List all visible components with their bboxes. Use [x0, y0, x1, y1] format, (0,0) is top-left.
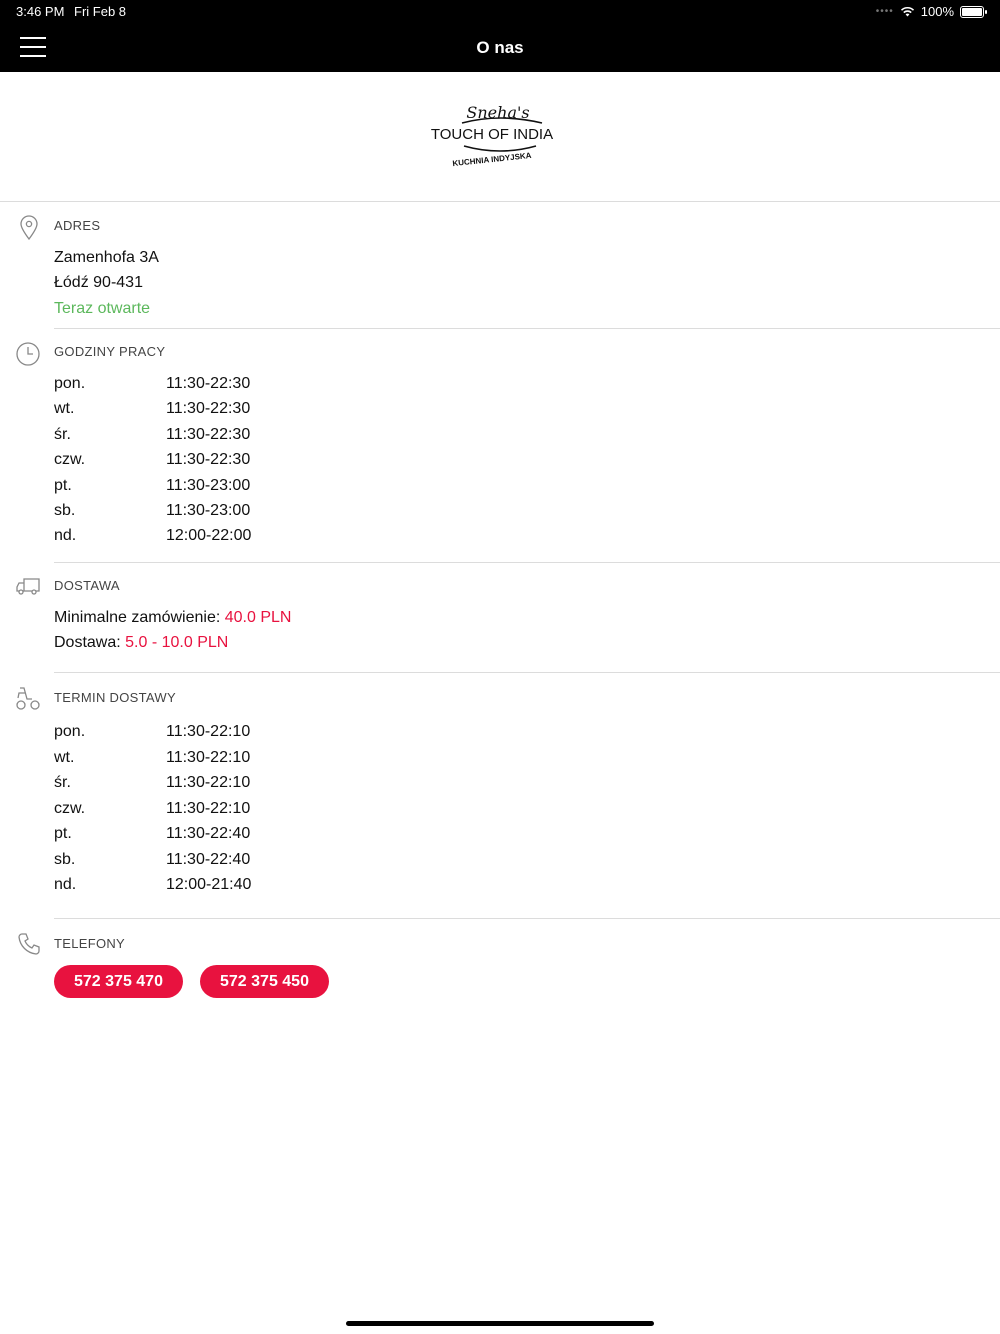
home-indicator[interactable] — [346, 1321, 654, 1326]
clock-icon — [16, 342, 40, 366]
open-status: Teraz otwarte — [54, 300, 151, 317]
delivery-day: śr. — [54, 774, 71, 791]
signal-icon: •••• — [875, 6, 894, 17]
svg-text:TOUCH OF INDIA: TOUCH OF INDIA — [431, 126, 553, 143]
opening-hours: 11:30-22:30 — [166, 451, 251, 468]
opening-hours: 11:30-23:00 — [166, 502, 251, 519]
opening-hours: 11:30-23:00 — [166, 477, 251, 494]
navigation-bar: 3:46 PM Fri Feb 8 •••• 100% O nas — [0, 0, 1000, 72]
location-pin-icon — [20, 215, 38, 241]
status-time: 3:46 PM — [16, 4, 65, 19]
delivery-section-title: DOSTAWA — [54, 578, 120, 593]
page-title: O nas — [476, 38, 524, 57]
phones-section-title: TELEFONY — [54, 936, 126, 951]
delivery-hours: 12:00-21:40 — [166, 876, 252, 893]
svg-text:KUCHNIA INDYJSKA: KUCHNIA INDYJSKA — [452, 151, 532, 168]
delivery-truck-icon — [16, 578, 40, 595]
opening-hours: 12:00-22:00 — [166, 527, 252, 544]
opening-hours: 11:30-22:30 — [166, 426, 251, 443]
opening-day: pt. — [54, 477, 72, 494]
address-section-title: ADRES — [54, 218, 101, 233]
delivery-fee-row: Dostawa: 5.0 - 10.0 PLN — [54, 634, 228, 652]
opening-hours: 11:30-22:30 — [166, 400, 251, 417]
delivery-hours: 11:30-22:40 — [166, 851, 251, 868]
opening-hours-section-title: GODZINY PRACY — [54, 344, 166, 359]
delivery-hours-section-title: TERMIN DOSTAWY — [54, 690, 176, 705]
delivery-hours: 11:30-22:10 — [166, 749, 251, 766]
battery-percent: 100% — [920, 4, 954, 19]
delivery-hours: 11:30-22:40 — [166, 825, 251, 842]
opening-day: śr. — [54, 426, 71, 443]
delivery-day: czw. — [54, 800, 86, 817]
phone-button-1[interactable]: 572 375 470 — [54, 965, 183, 998]
delivery-hours: 11:30-22:10 — [166, 800, 251, 817]
delivery-day: pon. — [54, 723, 86, 740]
delivery-fee-value: 5.0 - 10.0 PLN — [125, 634, 229, 651]
divider — [0, 201, 1000, 202]
scooter-icon — [16, 687, 40, 710]
min-order-value: 40.0 PLN — [224, 609, 292, 626]
divider — [54, 562, 1000, 563]
delivery-day: sb. — [54, 851, 76, 868]
wifi-icon — [900, 6, 914, 17]
phone-icon — [18, 933, 40, 955]
opening-day: pon. — [54, 375, 86, 392]
address-city: Łódź 90-431 — [54, 274, 143, 291]
delivery-day: wt. — [54, 749, 75, 766]
divider — [54, 672, 1000, 673]
opening-day: nd. — [54, 527, 77, 544]
restaurant-logo: Sneha's TOUCH OF INDIA KUCHNIA INDYJSKA — [431, 103, 553, 168]
delivery-fee-label: Dostawa: — [54, 634, 121, 651]
min-order-label: Minimalne zamówienie: — [54, 609, 221, 626]
divider — [54, 918, 1000, 919]
delivery-day: nd. — [54, 876, 77, 893]
delivery-hours: 11:30-22:10 — [166, 723, 251, 740]
status-indicators: •••• 100% — [875, 4, 987, 19]
battery-icon — [960, 5, 987, 18]
opening-day: wt. — [54, 400, 75, 417]
delivery-day: pt. — [54, 825, 72, 842]
opening-day: sb. — [54, 502, 76, 519]
delivery-hours: 11:30-22:10 — [166, 774, 251, 791]
min-order-row: Minimalne zamówienie: 40.0 PLN — [54, 609, 291, 627]
opening-day: czw. — [54, 451, 86, 468]
phone-button-2[interactable]: 572 375 450 — [200, 965, 329, 998]
address-street: Zamenhofa 3A — [54, 249, 159, 266]
opening-hours: 11:30-22:30 — [166, 375, 251, 392]
divider — [54, 328, 1000, 329]
status-date: Fri Feb 8 — [74, 4, 127, 19]
